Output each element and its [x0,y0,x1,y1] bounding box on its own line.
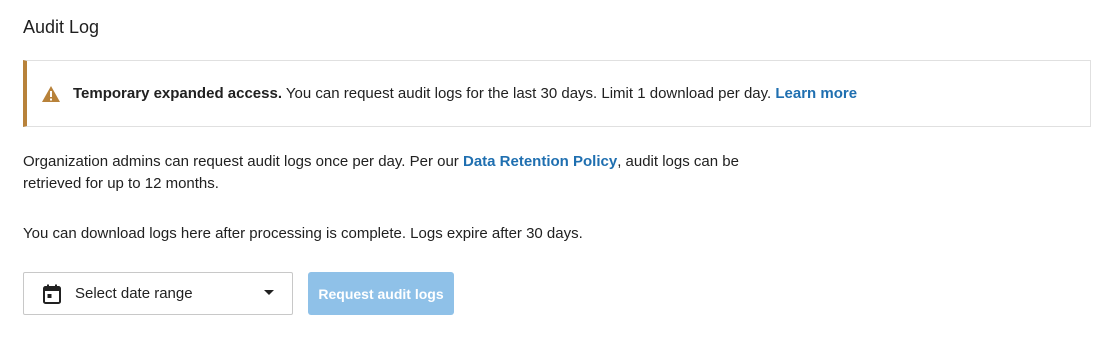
request-audit-logs-button[interactable]: Request audit logs [308,272,454,315]
alert-text: You can request audit logs for the last … [282,85,776,102]
calendar-icon [41,283,63,305]
retention-text-before: Organization admins can request audit lo… [23,153,463,170]
audit-log-page: Audit Log Temporary expanded access. You… [0,0,1110,339]
expanded-access-alert: Temporary expanded access. You can reque… [23,60,1091,127]
download-description: You can download logs here after process… [23,225,583,242]
alert-bold-text: Temporary expanded access. [73,85,282,102]
page-title: Audit Log [23,17,100,37]
alert-message: Temporary expanded access. You can reque… [73,85,857,102]
date-range-label: Select date range [75,285,193,302]
warning-icon [41,85,61,103]
chevron-down-icon [264,290,274,295]
retention-description: Organization admins can request audit lo… [23,151,753,195]
learn-more-link[interactable]: Learn more [775,85,857,102]
data-retention-policy-link[interactable]: Data Retention Policy [463,153,617,170]
date-range-select[interactable]: Select date range [23,272,293,315]
